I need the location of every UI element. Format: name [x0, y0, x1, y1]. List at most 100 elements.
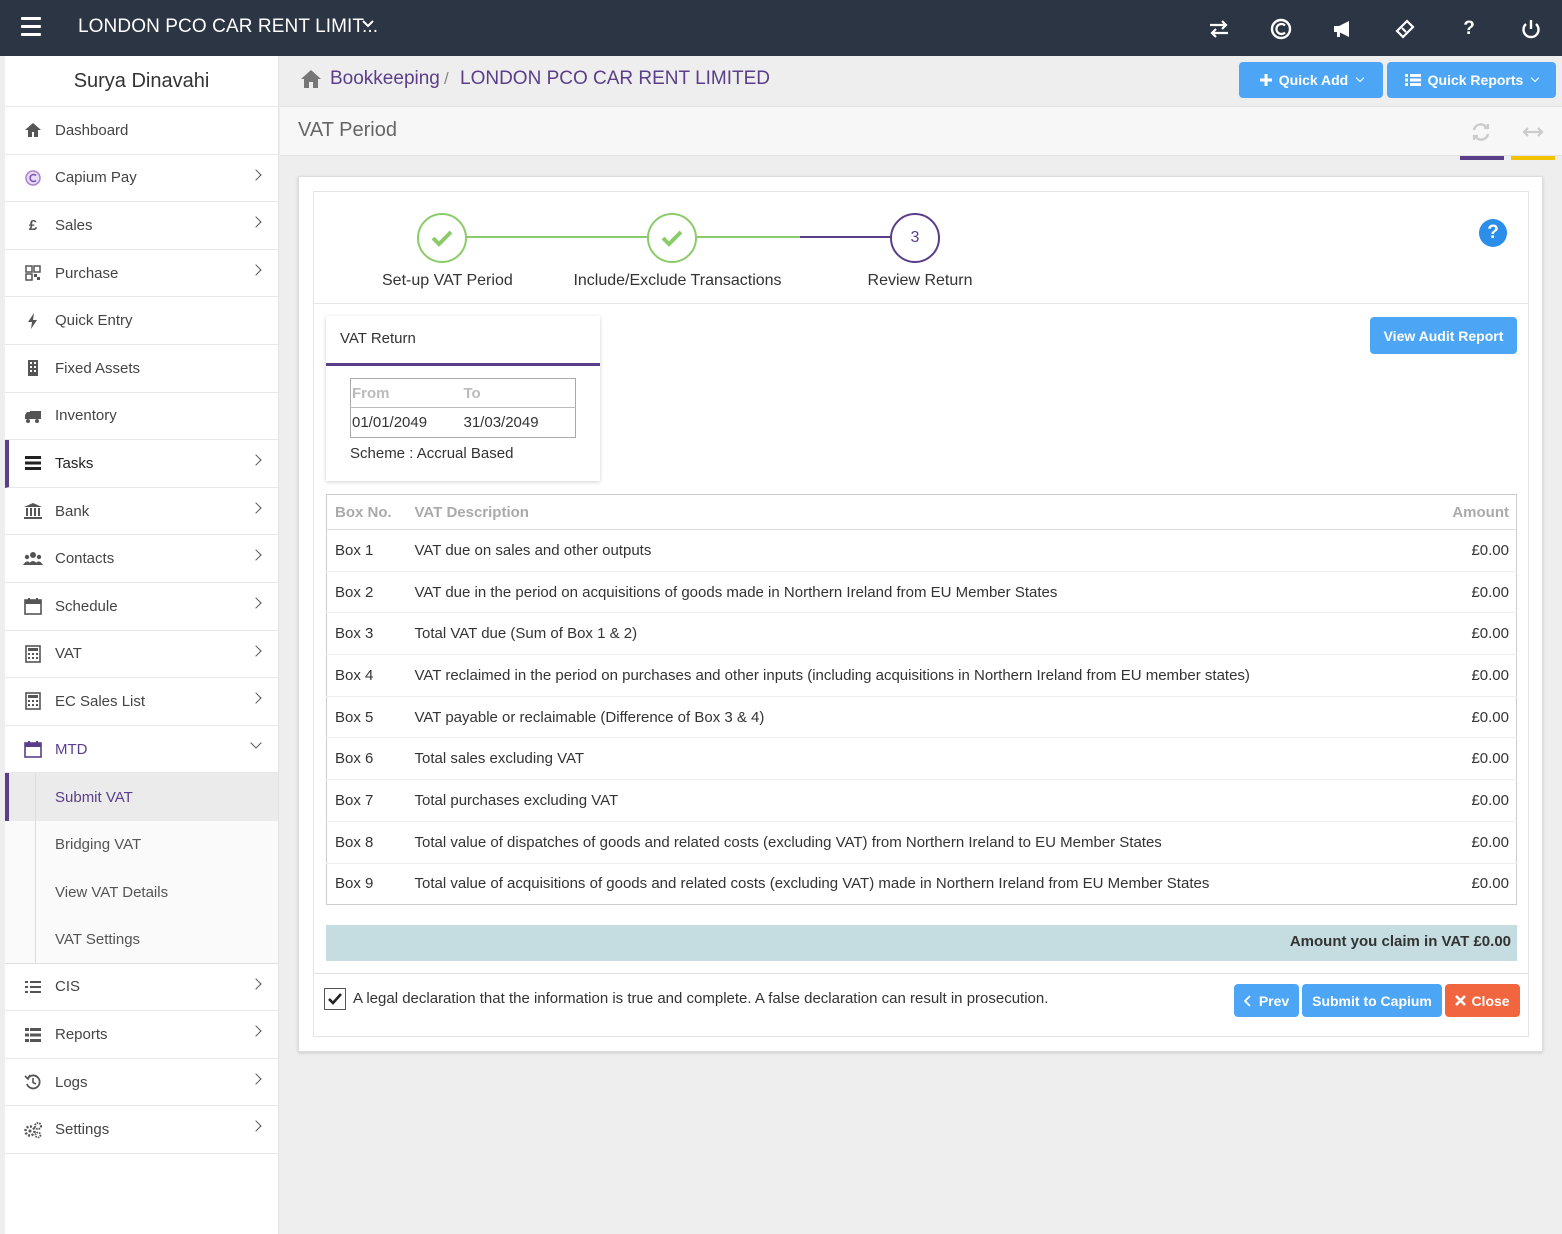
- menu-icon[interactable]: [21, 17, 41, 37]
- list-icon: [1404, 74, 1421, 86]
- box-number: Box 4: [326, 654, 407, 697]
- box-number: Box 8: [326, 820, 407, 863]
- sidebar-item-fixed-assets[interactable]: Fixed Assets: [5, 345, 278, 393]
- sidebar-item-label: VAT: [55, 645, 82, 663]
- sidebar-item-vat[interactable]: VAT: [5, 631, 278, 679]
- sidebar-item-purchase[interactable]: Purchase: [5, 250, 278, 298]
- from-date: 01/01/2049: [352, 414, 428, 431]
- table-row: Box 4 VAT reclaimed in the period on purc…: [326, 654, 1517, 697]
- table-row: Box 9 Total value of acquisitions of good…: [326, 862, 1517, 905]
- prev-button[interactable]: Prev: [1234, 984, 1299, 1017]
- sidebar-item-mtd[interactable]: MTD: [5, 726, 278, 774]
- step-3-circle[interactable]: 3: [890, 213, 940, 263]
- period-table: From To 01/01/2049 31/03/2049: [350, 378, 576, 438]
- step-connector: [696, 236, 800, 238]
- sidebar-item-label: EC Sales List: [55, 692, 146, 710]
- vat-description: VAT reclaimed in the period on purchases…: [406, 654, 1417, 697]
- view-audit-report-button[interactable]: View Audit Report: [1370, 317, 1517, 354]
- expand-icon[interactable]: [1522, 121, 1544, 143]
- step-3-label: Review Return: [867, 272, 973, 289]
- submit-to-capium-button[interactable]: Submit to Capium: [1302, 984, 1442, 1017]
- chevron-right-icon: [250, 978, 262, 990]
- sidebar-item-ec-sales-list[interactable]: EC Sales List: [5, 678, 278, 726]
- column-header-box: Box No.: [326, 494, 407, 530]
- box-number: Box 6: [326, 737, 407, 780]
- breadcrumb-bookkeeping[interactable]: Bookkeeping: [330, 68, 440, 90]
- sidebar-item-tasks[interactable]: Tasks: [5, 440, 278, 488]
- box-number: Box 1: [326, 529, 407, 572]
- step-1-circle[interactable]: [417, 213, 467, 263]
- column-header-description: VAT Description: [406, 494, 1417, 530]
- sidebar-item-bank[interactable]: Bank: [5, 488, 278, 536]
- prev-label: Prev: [1258, 992, 1290, 1009]
- step-connector: [466, 236, 676, 238]
- list-icon: [25, 1027, 41, 1042]
- sidebar-item-contacts[interactable]: Contacts: [5, 535, 278, 583]
- capium-icon[interactable]: [1268, 16, 1294, 42]
- vat-description: VAT due on sales and other outputs: [406, 529, 1417, 572]
- vat-amount: £0.00: [1416, 779, 1517, 822]
- sidebar-item-capium-pay[interactable]: Capium Pay: [5, 155, 278, 203]
- refresh-icon[interactable]: [1470, 121, 1492, 143]
- vat-amount: £0.00: [1416, 529, 1517, 572]
- sidebar-item-settings[interactable]: Settings: [5, 1106, 278, 1155]
- sidebar: Surya Dinavahi Dashboard Capium Pay £ Sa…: [5, 56, 279, 1234]
- close-label: Close: [1471, 992, 1510, 1009]
- table-row: Box 7 Total purchases excluding VAT £0.00: [326, 779, 1517, 822]
- power-icon[interactable]: [1518, 16, 1544, 42]
- ticket-icon[interactable]: [1392, 16, 1418, 42]
- column-header-amount: Amount: [1416, 494, 1517, 530]
- chevron-right-icon: [250, 1025, 262, 1037]
- sidebar-item-label: Contacts: [55, 550, 115, 568]
- box-number: Box 5: [326, 695, 407, 738]
- help-icon[interactable]: ?: [1456, 16, 1482, 42]
- company-selector[interactable]: LONDON PCO CAR RENT LIMIT...: [78, 16, 378, 38]
- sidebar-item-sales[interactable]: £ Sales: [5, 202, 278, 250]
- calculator-icon: [25, 645, 41, 663]
- sidebar-subitem-vat-settings[interactable]: VAT Settings: [5, 916, 278, 964]
- check-icon: [661, 230, 683, 247]
- help-icon[interactable]: ?: [1479, 219, 1507, 247]
- truck-icon: [25, 410, 41, 423]
- close-button[interactable]: Close: [1445, 984, 1520, 1017]
- tasks-icon: [25, 456, 41, 471]
- wizard-footer: A legal declaration that the information…: [314, 973, 1528, 1036]
- sidebar-item-label: Fixed Assets: [55, 359, 141, 377]
- swap-icon[interactable]: [1206, 16, 1232, 42]
- sidebar-item-label: Inventory: [55, 407, 117, 425]
- vat-amount: £0.00: [1416, 612, 1517, 655]
- chevron-right-icon: [250, 454, 262, 466]
- chevron-left-icon: [1243, 994, 1251, 1007]
- quick-reports-label: Quick Reports: [1427, 72, 1524, 88]
- sidebar-item-quick-entry[interactable]: Quick Entry: [5, 297, 278, 345]
- quick-add-label: Quick Add: [1278, 72, 1349, 88]
- sidebar-subitem-bridging-vat[interactable]: Bridging VAT: [5, 820, 278, 869]
- sidebar-item-inventory[interactable]: Inventory: [5, 393, 278, 441]
- capium-icon: [25, 170, 41, 186]
- quick-reports-button[interactable]: Quick Reports: [1387, 62, 1556, 98]
- declaration-checkbox[interactable]: [324, 988, 346, 1010]
- megaphone-icon[interactable]: [1330, 16, 1356, 42]
- sidebar-item-schedule[interactable]: Schedule: [5, 583, 278, 631]
- sidebar-item-dashboard[interactable]: Dashboard: [5, 107, 278, 155]
- sidebar-item-cis[interactable]: CIS: [5, 964, 278, 1012]
- sidebar-item-label: CIS: [55, 978, 81, 996]
- home-icon: [25, 123, 41, 138]
- table-row: Box 2 VAT due in the period on acquisitio…: [326, 570, 1517, 613]
- step-2-circle[interactable]: [647, 213, 697, 263]
- calculator-icon: [25, 692, 41, 711]
- home-icon[interactable]: [300, 69, 322, 89]
- sidebar-subitem-submit-vat[interactable]: Submit VAT: [5, 773, 278, 821]
- to-date: 31/03/2049: [463, 414, 539, 431]
- quick-add-button[interactable]: Quick Add: [1239, 62, 1383, 98]
- sidebar-item-logs[interactable]: Logs: [5, 1059, 278, 1107]
- sidebar-subitem-view-vat-details[interactable]: View VAT Details: [5, 868, 278, 917]
- sidebar-item-reports[interactable]: Reports: [5, 1011, 278, 1059]
- chevron-right-icon: [250, 168, 262, 181]
- sidebar-item-label: MTD: [55, 740, 88, 758]
- chevron-down-icon: [250, 737, 262, 749]
- chevron-down-icon[interactable]: [360, 16, 376, 32]
- breadcrumb-company[interactable]: LONDON PCO CAR RENT LIMITED: [460, 68, 770, 90]
- vat-amount: £0.00: [1416, 695, 1517, 738]
- declaration-text: A legal declaration that the information…: [353, 990, 1049, 1007]
